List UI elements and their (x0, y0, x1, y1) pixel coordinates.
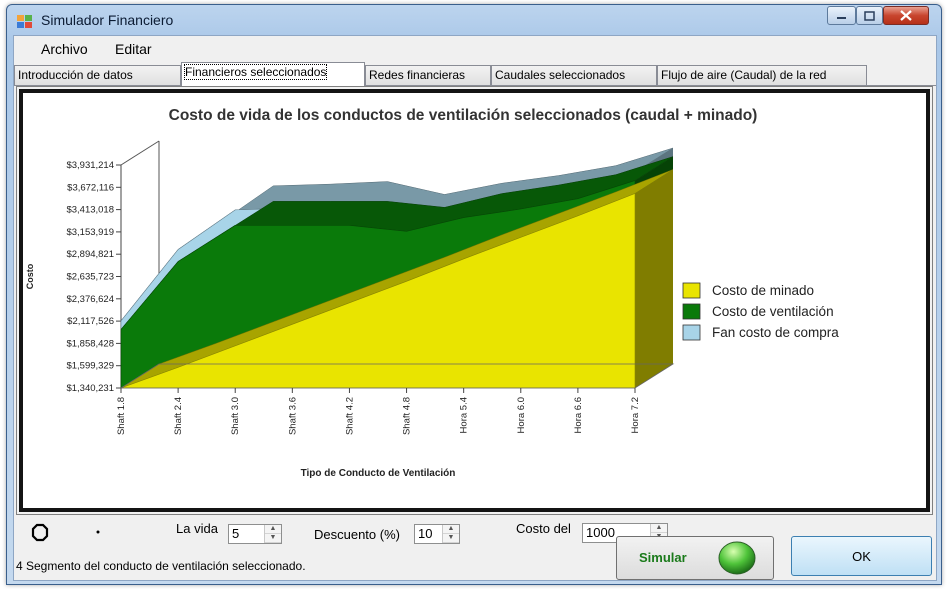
status-led-icon (718, 541, 756, 575)
y-tick-label: $2,117,526 (67, 316, 114, 327)
main-window: Simulador Financiero Archivo Editar Intr… (6, 4, 942, 585)
x-tick-label: Hora 6.6 (573, 397, 584, 433)
status-text: 4 Segmento del conducto de ventilación s… (16, 559, 306, 573)
tab-flujo-de-aire[interactable]: Flujo de aire (Caudal) de la red (657, 65, 867, 85)
descuento-label: Descuento (%) (314, 527, 400, 542)
y-tick-label: $2,894,821 (66, 249, 114, 260)
tab-label: Introducción de datos (18, 68, 133, 82)
spin-down-icon[interactable]: ▼ (443, 534, 459, 543)
tab-label: Flujo de aire (Caudal) de la red (661, 68, 827, 82)
bottom-controls: La vida 5 ▲ ▼ Descuento (%) 10 ▲ ▼ Costo d… (14, 516, 936, 580)
circle-shape-icon[interactable] (30, 523, 50, 543)
dropdown-arrow-icon[interactable] (94, 529, 102, 535)
tab-label: Caudales seleccionados (495, 68, 626, 82)
la-vida-value: 5 (232, 526, 240, 541)
minimize-button[interactable] (827, 6, 856, 25)
costo-value: 1000 (586, 525, 615, 540)
y-tick-label: $3,672,116 (67, 182, 114, 193)
legend-swatch (682, 324, 701, 341)
menu-archivo[interactable]: Archivo (41, 41, 88, 57)
spin-down-icon[interactable]: ▼ (265, 534, 281, 543)
spin-up-icon[interactable]: ▲ (265, 525, 281, 534)
tab-strip: Introducción de datos Financieros selecc… (14, 62, 936, 86)
la-vida-label: La vida (176, 521, 218, 536)
cost-area-chart: Costo de vida de los conductos de ventil… (25, 107, 839, 479)
minimize-icon (837, 16, 846, 19)
x-tick-label: Shaft 2.4 (173, 397, 184, 435)
y-tick-label: $2,635,723 (66, 272, 114, 283)
back-wall-top-edge (120, 140, 160, 166)
chart-panel: Costo de vida de los conductos de ventil… (16, 86, 933, 515)
descuento-stepper[interactable]: 10 ▲ ▼ (414, 524, 460, 544)
x-tick-label: Hora 5.4 (459, 397, 470, 433)
x-tick-label: Hora 7.2 (630, 397, 641, 433)
la-vida-stepper[interactable]: 5 ▲ ▼ (228, 524, 282, 544)
simular-button[interactable]: Simular (616, 536, 774, 580)
spin-up-icon[interactable]: ▲ (443, 525, 459, 534)
y-tick-label: $3,413,018 (66, 205, 114, 216)
y-tick-label: $1,340,231 (66, 383, 114, 394)
y-tick-label: $3,153,919 (66, 227, 114, 238)
descuento-value: 10 (418, 526, 433, 541)
tab-introduccion-datos[interactable]: Introducción de datos (14, 65, 181, 85)
app-icon (17, 15, 32, 28)
ok-label: OK (852, 549, 871, 564)
close-icon (900, 10, 912, 21)
x-tick-label: Hora 6.0 (516, 397, 527, 433)
menu-editar[interactable]: Editar (115, 41, 152, 57)
legend-swatch (682, 282, 701, 299)
chart-title: Costo de vida de los conductos de ventil… (169, 107, 758, 124)
la-vida-spin-buttons[interactable]: ▲ ▼ (264, 525, 281, 543)
chart-frame: Costo de vida de los conductos de ventil… (19, 89, 930, 512)
tab-financieros-seleccionados[interactable]: Financieros seleccionados (181, 62, 365, 86)
ok-button[interactable]: OK (791, 536, 932, 576)
maximize-icon (864, 10, 875, 21)
legend-label: Fan costo de compra (712, 325, 839, 340)
menu-bar: Archivo Editar (14, 36, 936, 62)
close-button[interactable] (883, 6, 929, 25)
x-tick-label: Shaft 4.2 (344, 397, 355, 435)
tab-redes-financieras[interactable]: Redes financieras (365, 65, 491, 85)
y-axis-label: Costo (25, 263, 35, 289)
legend-swatch (682, 303, 701, 320)
maximize-button[interactable] (856, 6, 883, 25)
x-axis-label: Tipo de Conducto de Ventilación (301, 468, 456, 479)
x-tick-label: Shaft 3.6 (287, 397, 298, 435)
simular-label: Simular (639, 550, 687, 565)
area-end-face (635, 169, 673, 388)
title-bar[interactable]: Simulador Financiero (7, 5, 941, 35)
y-tick-label: $1,599,329 (66, 361, 114, 372)
costo-label: Costo del (516, 521, 571, 536)
legend-label: Costo de ventilación (712, 304, 834, 319)
spin-up-icon[interactable]: ▲ (651, 524, 667, 533)
x-tick-label: Shaft 1.8 (116, 397, 127, 435)
x-tick-label: Shaft 3.0 (230, 397, 241, 435)
window-title: Simulador Financiero (41, 12, 174, 28)
legend-label: Costo de minado (712, 283, 814, 298)
tab-label: Redes financieras (369, 68, 466, 82)
descuento-spin-buttons[interactable]: ▲ ▼ (442, 525, 459, 543)
tab-label: Financieros seleccionados (183, 64, 328, 80)
y-tick-label: $2,376,624 (66, 294, 114, 305)
client-area: Archivo Editar Introducción de datos Fin… (13, 35, 937, 581)
tab-caudales-seleccionados[interactable]: Caudales seleccionados (491, 65, 657, 85)
x-tick-label: Shaft 4.8 (402, 397, 413, 435)
y-tick-label: $1,858,428 (66, 338, 114, 349)
y-tick-label: $3,931,214 (66, 160, 114, 171)
